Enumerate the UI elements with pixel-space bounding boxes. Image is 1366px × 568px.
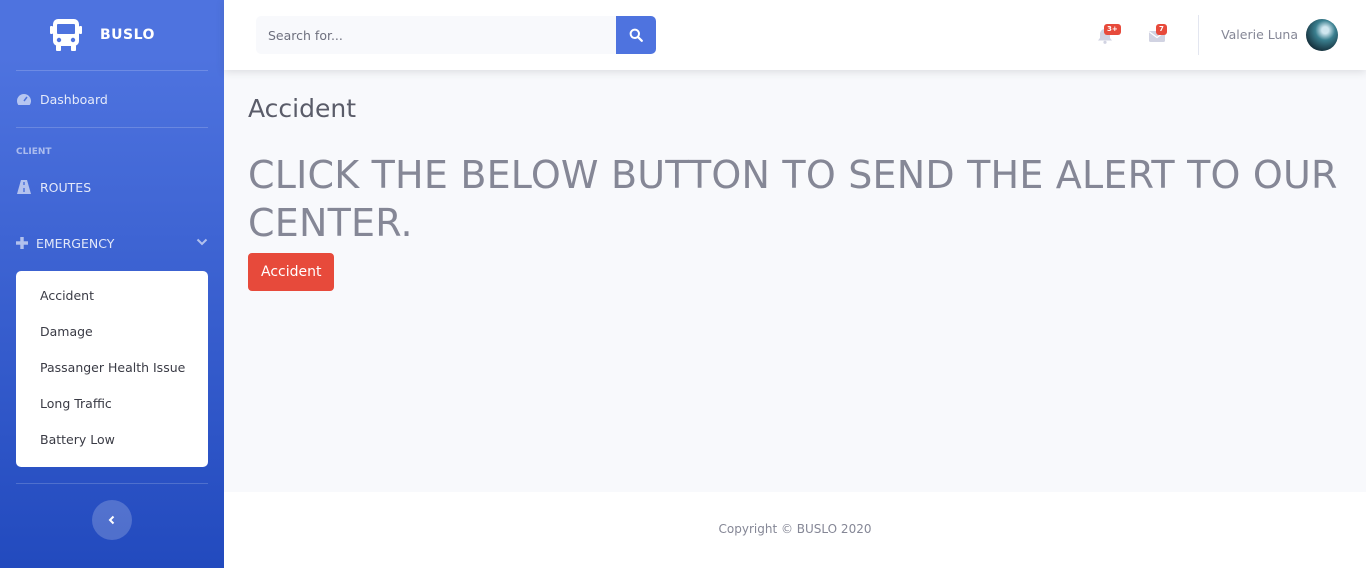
submenu-item-damage[interactable]: Damage (16, 314, 208, 350)
topbar: 3+ 7 Valerie Luna (224, 0, 1366, 70)
sidebar-item-emergency[interactable]: EMERGENCY (0, 208, 224, 278)
page-title: Accident (248, 94, 356, 123)
alert-instruction-text: CLICK THE BELOW BUTTON TO SEND THE ALERT… (248, 153, 1338, 245)
plus-icon (16, 237, 28, 249)
emergency-submenu: Accident Damage Passanger Health Issue L… (16, 271, 208, 467)
sidebar: BUSLO Dashboard CLIENT ROUTES EMERGENCY … (0, 0, 224, 568)
alerts-counter-badge: 3+ (1104, 24, 1121, 35)
sidebar-item-label: ROUTES (40, 179, 92, 195)
sidebar-heading: CLIENT (16, 147, 52, 157)
brand[interactable]: BUSLO (0, 0, 224, 70)
user-avatar[interactable] (1306, 19, 1338, 51)
sidebar-item-dashboard[interactable]: Dashboard (0, 71, 224, 127)
alerts-dropdown[interactable]: 3+ (1094, 24, 1126, 48)
sidebar-toggle-button[interactable] (92, 500, 132, 540)
messages-counter-badge: 7 (1156, 24, 1167, 35)
submenu-item-battery-low[interactable]: Battery Low (16, 422, 208, 458)
main-content: Accident CLICK THE BELOW BUTTON TO SEND … (248, 70, 1348, 291)
copyright-text: Copyright © BUSLO 2020 (718, 522, 872, 536)
send-accident-alert-button[interactable]: Accident (248, 253, 335, 291)
submenu-item-long-traffic[interactable]: Long Traffic (16, 386, 208, 422)
tachometer-icon (17, 94, 31, 105)
footer: Copyright © BUSLO 2020 (224, 492, 1366, 568)
search-button[interactable] (616, 16, 656, 54)
sidebar-item-label: Dashboard (40, 91, 108, 107)
sidebar-divider (16, 483, 208, 484)
sidebar-item-routes[interactable]: ROUTES (0, 166, 224, 208)
messages-dropdown[interactable]: 7 (1146, 24, 1178, 48)
user-name[interactable]: Valerie Luna (1221, 27, 1298, 42)
topbar-divider (1198, 15, 1199, 55)
submenu-item-accident[interactable]: Accident (16, 278, 208, 314)
search-input[interactable] (256, 16, 616, 54)
search-form (256, 16, 656, 54)
submenu-item-health-issue[interactable]: Passanger Health Issue (16, 350, 208, 386)
road-icon (17, 180, 31, 194)
search-icon (629, 28, 643, 42)
bus-icon (50, 19, 82, 51)
sidebar-item-label: EMERGENCY (36, 235, 115, 251)
chevron-down-icon (196, 238, 208, 246)
brand-name: BUSLO (100, 27, 155, 43)
chevron-left-icon (108, 515, 115, 525)
